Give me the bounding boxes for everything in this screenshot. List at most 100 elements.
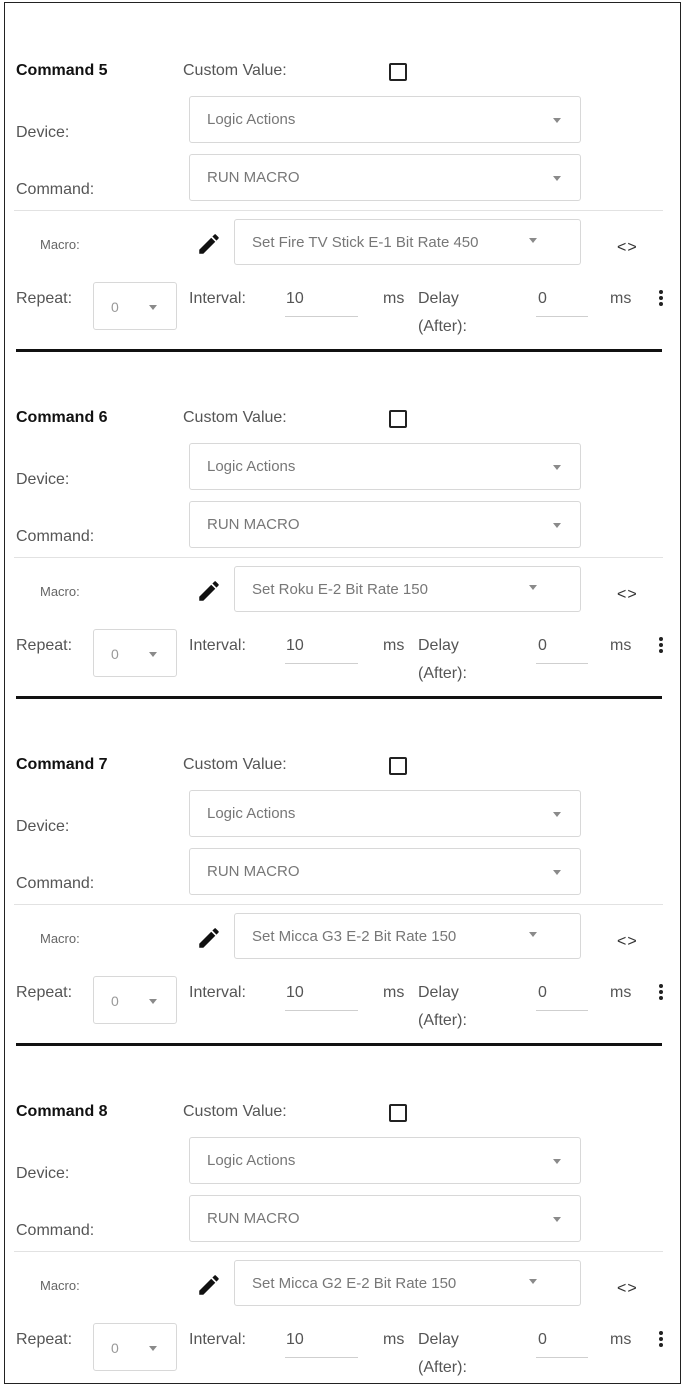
command-select-value: RUN MACRO <box>207 1210 300 1227</box>
repeat-select-value: 0 <box>111 1340 119 1356</box>
delay-input-underline <box>536 663 588 664</box>
code-toggle-icon[interactable]: <> <box>617 1280 638 1298</box>
device-select[interactable]: Logic Actions <box>189 96 581 143</box>
block-separator <box>16 1043 662 1046</box>
section-divider <box>14 210 663 211</box>
edit-pencil-icon[interactable] <box>196 1271 222 1299</box>
custom-value-label: Custom Value: <box>183 1103 287 1120</box>
command-title: Command 6 <box>16 409 108 426</box>
code-toggle-icon[interactable]: <> <box>617 586 638 604</box>
interval-unit: ms <box>383 984 405 1001</box>
command-block: Command 8 Custom Value: Device: Logic Ac… <box>0 1041 685 1388</box>
device-select[interactable]: Logic Actions <box>189 1137 581 1184</box>
interval-label: Interval: <box>189 637 246 654</box>
device-select-value: Logic Actions <box>207 111 296 128</box>
interval-label: Interval: <box>189 984 246 1001</box>
repeat-label: Repeat: <box>16 637 73 654</box>
interval-input-underline <box>285 1010 358 1011</box>
delay-input[interactable]: 0 <box>538 290 547 308</box>
macro-label: Macro: <box>40 584 80 599</box>
macro-select-value: Set Roku E-2 Bit Rate 150 <box>252 581 428 598</box>
edit-pencil-icon[interactable] <box>196 577 222 605</box>
macro-select[interactable]: Set Micca G2 E-2 Bit Rate 150 <box>234 1260 581 1306</box>
code-toggle-icon[interactable]: <> <box>617 933 638 951</box>
delay-unit: ms <box>610 290 632 307</box>
delay-input[interactable]: 0 <box>538 984 547 1002</box>
block-separator <box>16 349 662 352</box>
repeat-select[interactable]: 0 <box>93 629 177 677</box>
delay-unit: ms <box>610 984 632 1001</box>
command-title: Command 5 <box>16 62 108 79</box>
custom-value-checkbox[interactable] <box>389 410 407 428</box>
chevron-down-icon <box>149 1346 157 1351</box>
repeat-select[interactable]: 0 <box>93 1323 177 1371</box>
section-divider <box>14 557 663 558</box>
command-select[interactable]: RUN MACRO <box>189 501 581 548</box>
interval-input[interactable]: 10 <box>286 290 304 308</box>
chevron-down-icon <box>529 1279 537 1284</box>
device-label: Device: <box>16 1165 70 1182</box>
macro-select[interactable]: Set Fire TV Stick E-1 Bit Rate 450 <box>234 219 581 265</box>
custom-value-checkbox[interactable] <box>389 757 407 775</box>
more-vert-icon[interactable] <box>659 1331 663 1349</box>
device-label: Device: <box>16 124 70 141</box>
command-label: Command: <box>16 1222 95 1239</box>
repeat-select-value: 0 <box>111 299 119 315</box>
command-select[interactable]: RUN MACRO <box>189 848 581 895</box>
more-vert-icon[interactable] <box>659 290 663 308</box>
chevron-down-icon <box>553 465 561 470</box>
command-select[interactable]: RUN MACRO <box>189 154 581 201</box>
chevron-down-icon <box>529 932 537 937</box>
repeat-label: Repeat: <box>16 290 73 307</box>
custom-value-checkbox[interactable] <box>389 63 407 81</box>
device-select[interactable]: Logic Actions <box>189 790 581 837</box>
command-select[interactable]: RUN MACRO <box>189 1195 581 1242</box>
macro-select[interactable]: Set Roku E-2 Bit Rate 150 <box>234 566 581 612</box>
delay-label-after: (After): <box>418 1012 467 1029</box>
more-vert-icon[interactable] <box>659 984 663 1002</box>
interval-input-underline <box>285 316 358 317</box>
repeat-select[interactable]: 0 <box>93 976 177 1024</box>
command-select-value: RUN MACRO <box>207 516 300 533</box>
block-separator <box>16 696 662 699</box>
device-label: Device: <box>16 818 70 835</box>
chevron-down-icon <box>553 176 561 181</box>
command-title: Command 7 <box>16 756 108 773</box>
delay-label: Delay <box>418 984 459 1001</box>
chevron-down-icon <box>553 870 561 875</box>
macro-select-value: Set Micca G2 E-2 Bit Rate 150 <box>252 1275 457 1292</box>
device-select[interactable]: Logic Actions <box>189 443 581 490</box>
command-select-value: RUN MACRO <box>207 169 300 186</box>
interval-unit: ms <box>383 290 405 307</box>
edit-pencil-icon[interactable] <box>196 230 222 258</box>
delay-input[interactable]: 0 <box>538 637 547 655</box>
chevron-down-icon <box>553 1217 561 1222</box>
delay-input[interactable]: 0 <box>538 1331 547 1349</box>
command-label: Command: <box>16 875 95 892</box>
chevron-down-icon <box>149 305 157 310</box>
delay-unit: ms <box>610 637 632 654</box>
code-toggle-icon[interactable]: <> <box>617 239 638 257</box>
custom-value-label: Custom Value: <box>183 409 287 426</box>
repeat-label: Repeat: <box>16 984 73 1001</box>
chevron-down-icon <box>553 812 561 817</box>
macro-label: Macro: <box>40 237 80 252</box>
repeat-select[interactable]: 0 <box>93 282 177 330</box>
more-vert-icon[interactable] <box>659 637 663 655</box>
custom-value-checkbox[interactable] <box>389 1104 407 1122</box>
delay-label-after: (After): <box>418 318 467 335</box>
edit-pencil-icon[interactable] <box>196 924 222 952</box>
chevron-down-icon <box>553 1159 561 1164</box>
interval-input[interactable]: 10 <box>286 1331 304 1349</box>
chevron-down-icon <box>529 585 537 590</box>
chevron-down-icon <box>149 999 157 1004</box>
device-select-value: Logic Actions <box>207 458 296 475</box>
delay-unit: ms <box>610 1331 632 1348</box>
interval-input[interactable]: 10 <box>286 637 304 655</box>
delay-label: Delay <box>418 637 459 654</box>
macro-label: Macro: <box>40 1278 80 1293</box>
chevron-down-icon <box>553 523 561 528</box>
delay-input-underline <box>536 1010 588 1011</box>
macro-select[interactable]: Set Micca G3 E-2 Bit Rate 150 <box>234 913 581 959</box>
interval-input[interactable]: 10 <box>286 984 304 1002</box>
